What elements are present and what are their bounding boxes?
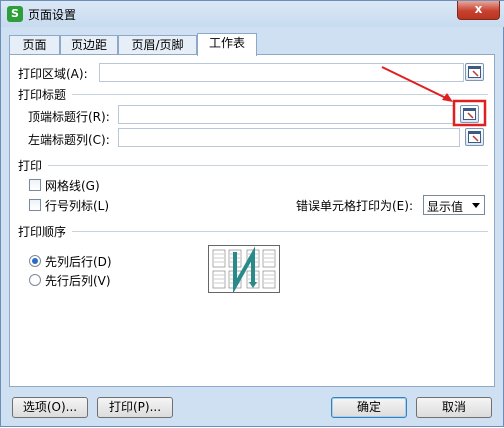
down-then-over-radio[interactable]: [29, 255, 41, 267]
row-col-headers-label: 行号列标(L): [45, 199, 110, 213]
options-button[interactable]: 选项(O)...: [12, 397, 88, 418]
top-rows-range-picker[interactable]: [460, 105, 479, 123]
top-rows-field[interactable]: [118, 105, 455, 124]
print-order-divider: [72, 231, 488, 232]
top-rows-label: 顶端标题行(R):: [28, 110, 110, 124]
cell-errors-label: 错误单元格打印为(E):: [296, 199, 413, 213]
cell-errors-select[interactable]: 显示值: [423, 195, 485, 215]
left-cols-range-picker[interactable]: [465, 128, 484, 146]
cancel-button[interactable]: 取消: [416, 397, 492, 418]
row-col-headers-checkbox[interactable]: [29, 199, 41, 211]
print-titles-divider: [72, 94, 488, 95]
close-button[interactable]: x: [457, 1, 500, 20]
gridlines-label: 网格线(G): [45, 179, 100, 193]
wps-app-icon: S: [7, 6, 23, 22]
print-area-field[interactable]: [99, 63, 464, 82]
tab-header-footer[interactable]: 页眉/页脚: [118, 35, 197, 55]
range-select-icon: [468, 131, 481, 143]
print-divider: [48, 165, 488, 166]
print-button[interactable]: 打印(P)...: [97, 397, 173, 418]
chevron-down-icon: [472, 203, 480, 208]
over-then-down-radio[interactable]: [29, 274, 41, 286]
title-bar: S 页面设置 x: [1, 1, 504, 27]
page-setup-dialog: S 页面设置 x 页面 页边距 页眉/页脚 工作表 打印区域(A): 打印标题 …: [0, 0, 504, 427]
tab-sheet[interactable]: 工作表: [197, 33, 257, 56]
over-then-down-label: 先行后列(V): [45, 274, 111, 288]
left-cols-label: 左端标题列(C):: [28, 133, 110, 147]
tab-margins[interactable]: 页边距: [60, 35, 118, 55]
dialog-title: 页面设置: [28, 8, 77, 22]
print-titles-section-label: 打印标题: [18, 88, 67, 102]
sheet-panel: 打印区域(A): 打印标题 顶端标题行(R): 左端标题列(C): 打印 网格线…: [9, 54, 495, 387]
ok-button[interactable]: 确定: [331, 397, 407, 418]
down-then-over-label: 先列后行(D): [45, 255, 112, 269]
cell-errors-value: 显示值: [427, 200, 464, 214]
range-select-icon: [468, 66, 481, 78]
print-order-section-label: 打印顺序: [18, 225, 67, 239]
print-order-preview-image: [208, 245, 280, 294]
range-select-icon: [463, 108, 476, 120]
print-area-label: 打印区域(A):: [18, 67, 88, 81]
print-area-range-picker[interactable]: [465, 63, 484, 81]
tab-page[interactable]: 页面: [9, 35, 60, 55]
gridlines-checkbox[interactable]: [29, 179, 41, 191]
print-order-diagram-icon: [212, 246, 276, 294]
print-section-label: 打印: [18, 159, 43, 173]
left-cols-field[interactable]: [118, 128, 460, 147]
